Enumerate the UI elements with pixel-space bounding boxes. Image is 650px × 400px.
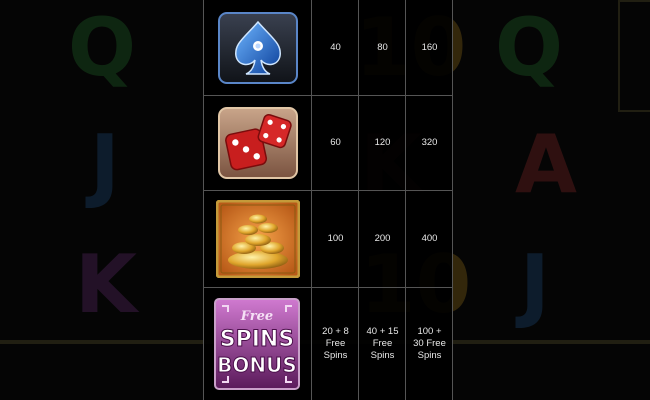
reel-letter: J — [90, 118, 120, 211]
free-spins-bonus-symbol-icon: Free SPINS BONUS — [214, 298, 300, 390]
pay-value: 60 — [311, 96, 359, 190]
pay-value: 160 — [405, 0, 453, 95]
paytable: 40 80 160 60 120 320 100 200 400 Free SP… — [203, 0, 453, 400]
reel-letter: Q — [495, 1, 564, 94]
dice-symbol-icon — [218, 107, 298, 179]
pay-value-text: 40 + 15 Free Spins — [366, 326, 399, 361]
paytable-row: 60 120 320 — [204, 96, 452, 191]
pay-value: 80 — [358, 0, 406, 95]
bonus-logo-bonus: BONUS — [217, 353, 297, 377]
reel-letter: Q — [68, 1, 137, 94]
reel-frame-decoration — [618, 0, 650, 112]
pay-value-text: 20 + 8 Free Spins — [322, 326, 349, 361]
paytable-row: 100 200 400 — [204, 191, 452, 288]
pay-value: 400 — [405, 191, 453, 287]
bonus-logo-free: Free — [240, 309, 273, 324]
pay-value: 40 — [311, 0, 359, 95]
paytable-row: Free SPINS BONUS 20 + 8 Free Spins 40 + … — [204, 288, 452, 400]
pay-value: 200 — [358, 191, 406, 287]
bonus-logo-spins: SPINS — [220, 327, 294, 352]
reel-letter: J — [520, 238, 550, 331]
pay-value: 100 + 30 Free Spins — [405, 288, 453, 400]
gold-coins-symbol-icon — [216, 200, 300, 278]
pay-value: 40 + 15 Free Spins — [358, 288, 406, 400]
reel-letter: A — [515, 118, 577, 211]
pay-value-text: 100 + 30 Free Spins — [413, 326, 446, 361]
pay-value: 320 — [405, 96, 453, 190]
reel-letter: K — [75, 238, 137, 331]
spade-symbol-icon — [218, 12, 298, 84]
pay-value: 20 + 8 Free Spins — [311, 288, 359, 400]
pay-value: 120 — [358, 96, 406, 190]
pay-value: 100 — [311, 191, 359, 287]
paytable-row: 40 80 160 — [204, 0, 452, 96]
